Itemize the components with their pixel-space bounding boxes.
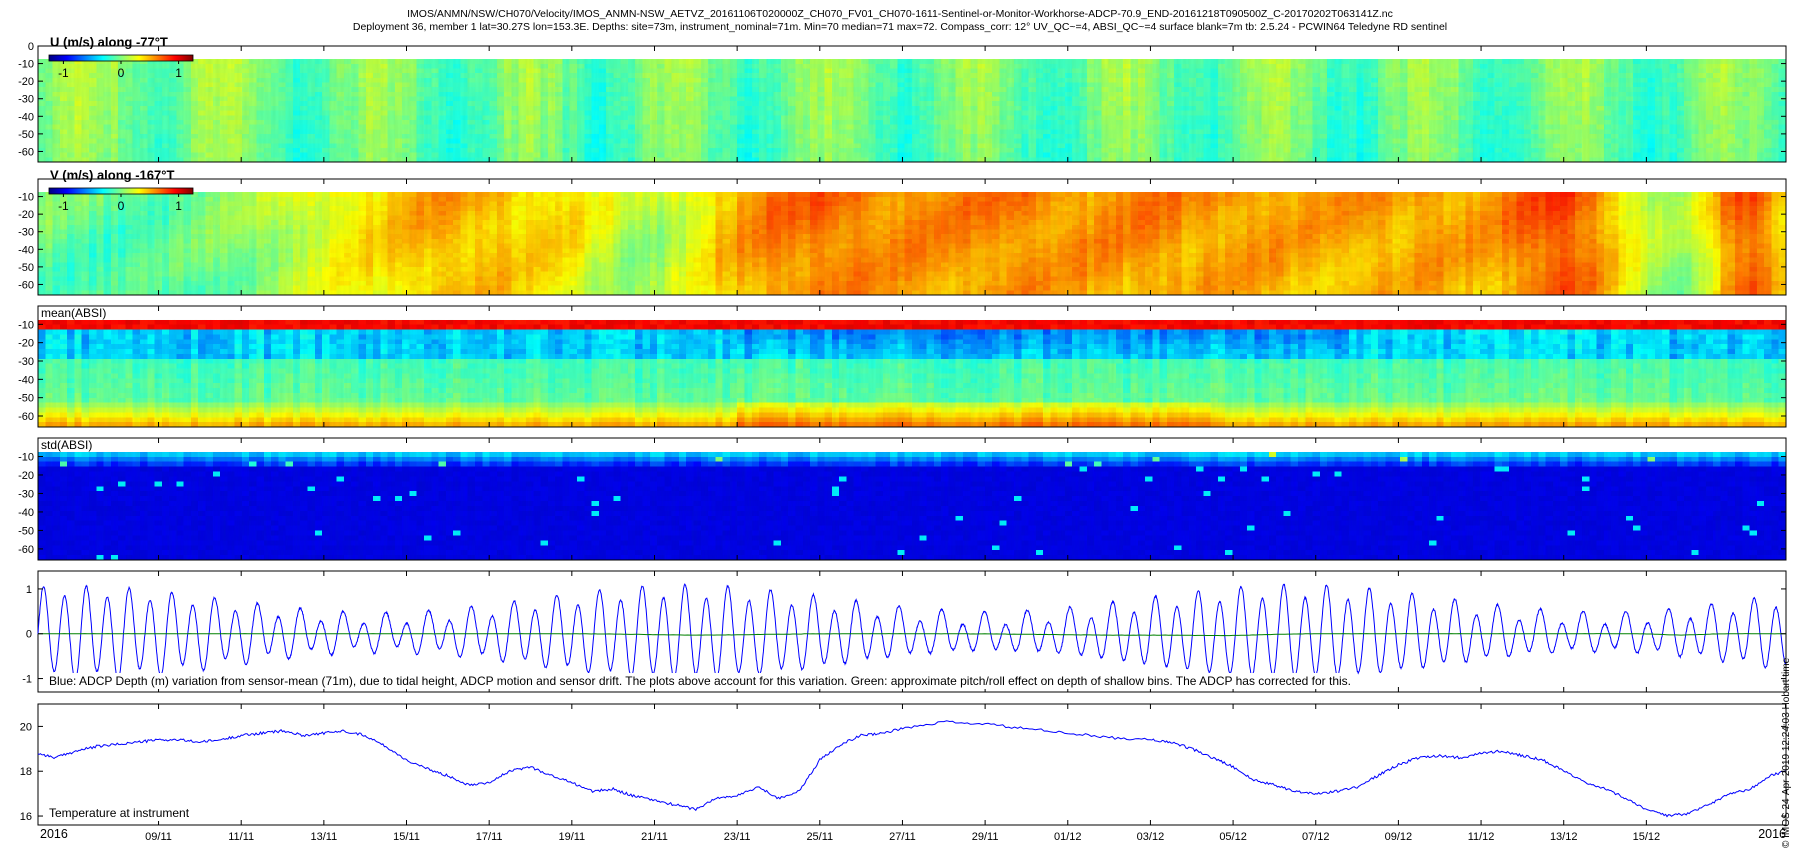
copyright-footer: © IMOS 24-Apr-2019 12:24:03 Hobart time [1781,657,1792,848]
y-tick-label: -50 [18,129,34,141]
y-tick-label: -20 [18,338,34,350]
y-tick-label: -10 [18,319,34,331]
x-tick-label: 13/12 [1550,831,1578,843]
x-tick-label: 17/11 [476,831,503,843]
y-tick-label: 20 [20,721,32,733]
y-tick-label: 1 [26,584,32,596]
y-tick-label: -20 [18,209,34,221]
y-tick-label: -30 [18,356,34,368]
y-tick-label: -60 [18,146,34,158]
panel-label: mean(ABSI) [41,306,106,320]
y-tick-label: -1 [22,674,32,686]
y-tick-label: -50 [18,393,34,405]
x-tick-label: 2016 [40,827,68,841]
x-tick-label: 09/12 [1385,831,1413,843]
heatmap-panel-4: -10 -20 -30 -40 -50 -60 std(ABSI) [18,438,1787,561]
y-tick-label: 16 [20,811,32,823]
colorbar-tick-label: 1 [175,66,182,80]
panel-label: V (m/s) along -167°T [50,168,174,183]
line-panel-depth: 1 0 -1 Blue: ADCP Depth (m) variation from … [22,571,1786,692]
y-tick-label: 18 [20,766,32,778]
colorbar-tick-label: -1 [58,66,69,80]
panels-group: 0-10-20-30-40-50-60-1 0 1U (m/s) along -77… [18,35,1787,844]
y-tick-label: -40 [18,111,34,123]
panel-label: U (m/s) along -77°T [50,35,168,50]
x-tick-label: 11/11 [228,831,254,843]
panel-frame [38,704,1786,825]
y-tick-label: -50 [18,525,34,537]
y-tick-label: -30 [18,94,34,106]
y-tick-label: -10 [18,192,34,204]
x-tick-label: 23/11 [724,831,751,843]
y-tick-label: -40 [18,507,34,519]
y-tick-label: -10 [18,451,34,463]
y-tick-label: -60 [18,279,34,291]
x-tick-label: 07/12 [1302,831,1330,843]
y-tick-label: -20 [18,76,34,88]
heatmap-texture [38,59,1786,162]
y-tick-label: -60 [18,411,34,423]
x-tick-label: 01/12 [1054,831,1082,843]
panel-label: std(ABSI) [41,438,92,452]
y-tick-label: -40 [18,374,34,386]
y-tick-label: -50 [18,262,34,274]
colorbar [49,55,193,61]
x-tick-label: 15/12 [1633,831,1661,843]
y-tick-label: -40 [18,244,34,256]
x-tick-label: 29/11 [972,831,999,843]
x-tick-label: 21/11 [641,831,668,843]
x-tick-label: 27/11 [889,831,916,843]
heatmap-texture [38,192,1786,295]
x-tick-label: 03/12 [1137,831,1165,843]
colorbar-tick-label: -1 [58,199,69,213]
x-tick-label: 09/11 [145,831,172,843]
y-tick-label: -20 [18,470,34,482]
figure-canvas: 0-10-20-30-40-50-60-1 0 1U (m/s) along -77… [0,0,1800,850]
colorbar-tick-label: 1 [175,199,182,213]
colorbar-tick-label: 0 [118,199,125,213]
x-tick-label: 11/12 [1468,831,1495,843]
x-tick-label: 15/11 [393,831,420,843]
heatmap-panel-1: 0-10-20-30-40-50-60-1 0 1U (m/s) along -77… [18,35,1787,163]
x-tick-label: 13/11 [310,831,337,843]
heatmap-panel-2: -10-20-30-40-50-60-1 0 1V (m/s) along -167… [18,168,1787,296]
line-panel-temperature: 20 18 16 2016 09/11 11/11 13/11 15/11 17/11 19/11… [20,704,1786,843]
x-tick-label: 19/11 [558,831,585,843]
y-tick-label: -10 [18,59,34,71]
depth-caption: Blue: ADCP Depth (m) variation from sens… [49,674,1351,688]
x-tick-label: 05/12 [1219,831,1247,843]
y-tick-label: 0 [26,629,32,641]
colorbar [49,188,193,194]
y-tick-label: -60 [18,544,34,556]
colorbar-tick-label: 0 [118,66,125,80]
heatmap-panel-3: -10 -20 -30 -40 -50 -60 mean(ABSI) [18,306,1787,428]
heatmap-texture [38,452,1786,560]
temperature-caption: Temperature at instrument [49,806,190,820]
heatmap-texture [38,320,1786,427]
y-tick-label: -30 [18,488,34,500]
y-tick-label: -30 [18,227,34,239]
x-tick-label: 25/11 [806,831,833,843]
y-tick-label: 0 [28,41,34,53]
